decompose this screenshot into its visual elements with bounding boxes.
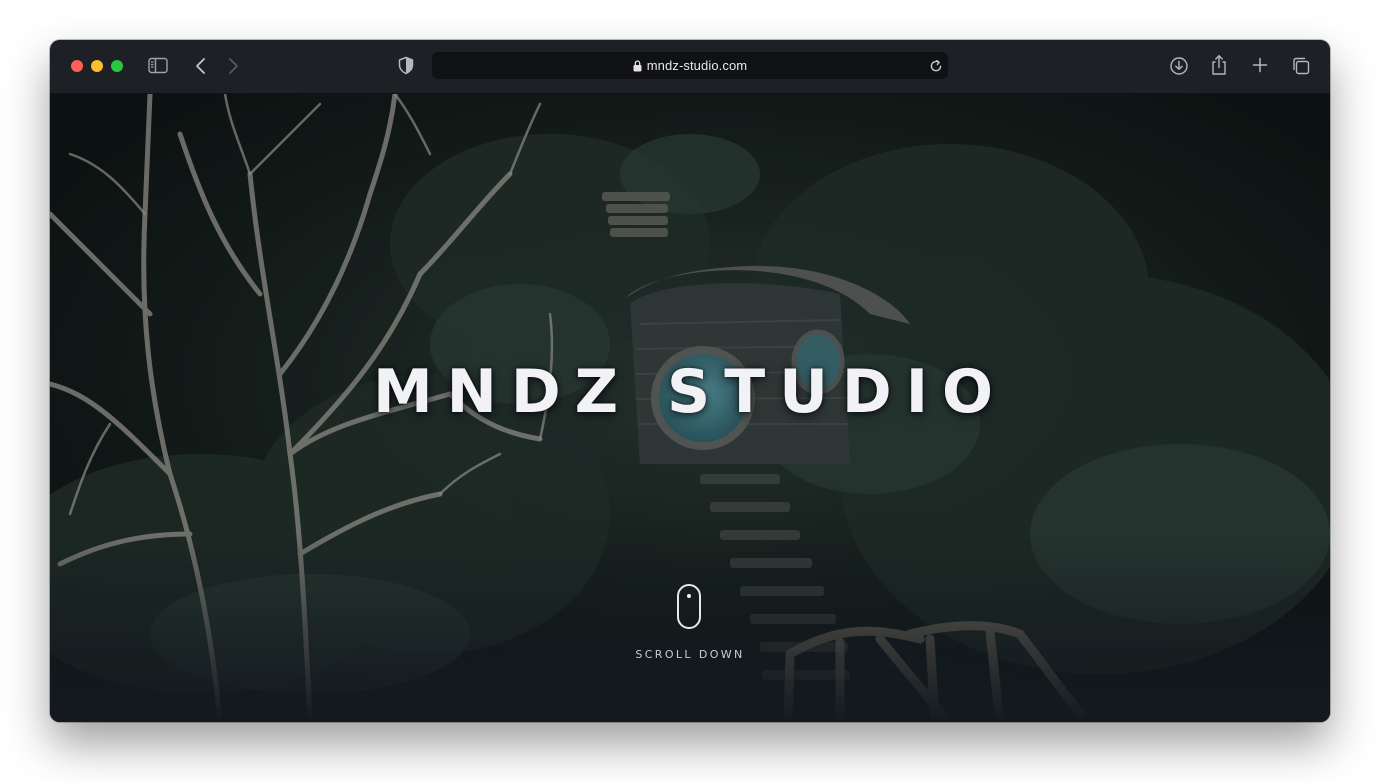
share-icon[interactable] — [1210, 54, 1228, 76]
scroll-down-label[interactable]: SCROLL DOWN — [50, 648, 1330, 661]
sidebar-toggle-icon[interactable] — [148, 57, 168, 74]
scroll-mouse-icon[interactable] — [677, 584, 701, 629]
back-chevron-icon[interactable] — [194, 57, 208, 75]
url-text: mndz-studio.com — [646, 58, 748, 73]
privacy-shield-icon[interactable] — [398, 56, 414, 75]
tab-overview-icon[interactable] — [1291, 56, 1311, 76]
lock-icon — [633, 59, 642, 71]
download-icon[interactable] — [1169, 56, 1189, 76]
scroll-wheel-dot — [687, 594, 691, 598]
address-bar[interactable]: mndz-studio.com — [432, 52, 948, 79]
reload-icon[interactable] — [929, 59, 943, 73]
browser-window: mndz-studio.com MNDZ STUDIO SCROLL DOWN — [50, 40, 1330, 722]
hero-title: MNDZ STUDIO — [372, 357, 1008, 427]
browser-toolbar: mndz-studio.com — [50, 40, 1330, 94]
close-window-button[interactable] — [71, 60, 83, 72]
hero-section: MNDZ STUDIO SCROLL DOWN — [50, 94, 1330, 722]
forward-chevron-icon[interactable] — [226, 57, 240, 75]
maximize-window-button[interactable] — [111, 60, 123, 72]
new-tab-plus-icon[interactable] — [1252, 57, 1268, 73]
minimize-window-button[interactable] — [91, 60, 103, 72]
